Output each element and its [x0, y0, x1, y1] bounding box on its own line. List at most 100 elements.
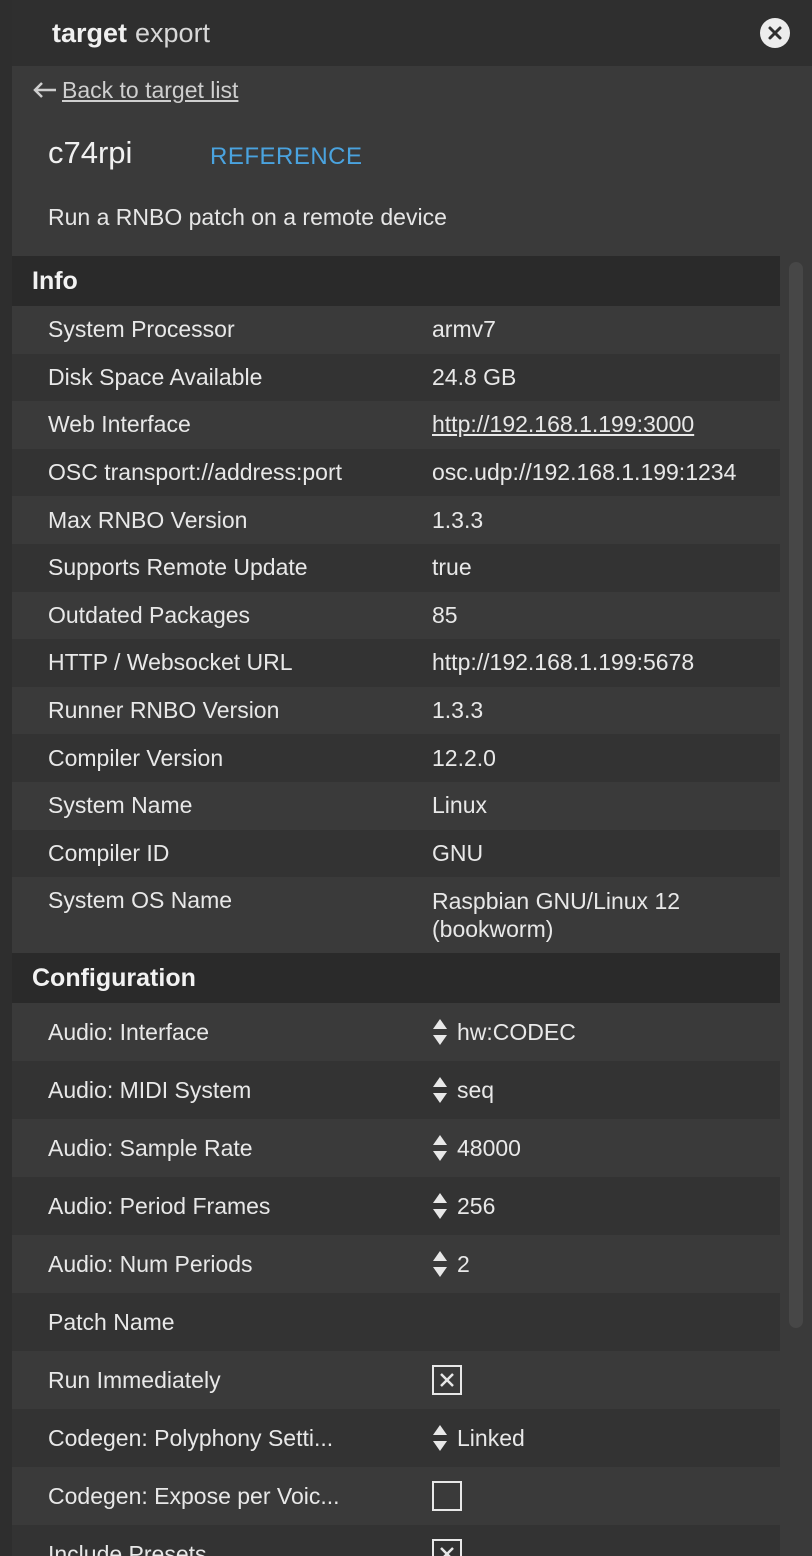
- info-value: 1.3.3: [432, 697, 484, 724]
- info-section-header: Info: [12, 256, 780, 306]
- up-down-arrows-icon: [433, 1019, 447, 1046]
- info-label: Outdated Packages: [48, 601, 251, 628]
- device-description: Run a RNBO patch on a remote device: [48, 204, 447, 230]
- info-label: Compiler ID: [48, 839, 170, 866]
- info-row-compiler-version: Compiler Version 12.2.0: [12, 734, 780, 782]
- info-row-compiler-id: Compiler ID GNU: [12, 829, 780, 878]
- web-interface-link[interactable]: http://192.168.1.199:3000: [432, 411, 694, 438]
- select-value: hw:CODEC: [457, 1018, 576, 1045]
- configuration-section-header: Configuration: [12, 953, 780, 1004]
- config-row-audio-sample-rate: Audio: Sample Rate 48000: [12, 1119, 780, 1178]
- info-label: Compiler Version: [48, 744, 224, 771]
- config-label: Audio: Interface: [48, 1018, 210, 1045]
- config-label: Audio: Sample Rate: [48, 1134, 253, 1161]
- info-row-disk-space: Disk Space Available 24.8 GB: [12, 353, 780, 402]
- info-value: armv7: [432, 316, 496, 343]
- info-row-system-os-name: System OS Name Raspbian GNU/Linux 12 (bo…: [12, 877, 780, 954]
- info-row-runner-rnbo-version: Runner RNBO Version 1.3.3: [12, 686, 780, 735]
- info-value: true: [432, 554, 472, 581]
- config-row-audio-midi-system: Audio: MIDI System seq: [12, 1061, 780, 1120]
- info-row-system-processor: System Processor armv7: [12, 306, 780, 354]
- info-label: System Name: [48, 792, 193, 819]
- num-periods-select[interactable]: 2: [432, 1249, 470, 1279]
- sample-rate-select[interactable]: 48000: [432, 1133, 521, 1163]
- expose-per-voice-checkbox[interactable]: [432, 1481, 462, 1512]
- select-value: Linked: [457, 1424, 525, 1451]
- up-down-arrows-icon: [433, 1251, 447, 1278]
- arrow-left-icon: [33, 82, 56, 98]
- target-export-panel: target export Back to target list c74rpi …: [12, 0, 812, 1556]
- midi-system-select[interactable]: seq: [432, 1075, 494, 1105]
- panel-header: target export: [12, 0, 812, 66]
- config-row-audio-num-periods: Audio: Num Periods 2: [12, 1235, 780, 1294]
- select-value: 256: [457, 1192, 496, 1219]
- info-label: Web Interface: [48, 411, 191, 438]
- info-label: Max RNBO Version: [48, 506, 248, 533]
- info-row-websocket-url: HTTP / Websocket URL http://192.168.1.19…: [12, 639, 780, 687]
- info-value: Raspbian GNU/Linux 12 (bookworm): [432, 888, 681, 943]
- info-row-osc-transport: OSC transport://address:port osc.udp://1…: [12, 448, 780, 497]
- panel-title-light: export: [135, 18, 211, 48]
- info-value: Linux: [432, 792, 487, 819]
- info-value: 1.3.3: [432, 506, 484, 533]
- info-value: GNU: [432, 839, 484, 866]
- period-frames-select[interactable]: 256: [432, 1191, 495, 1221]
- vertical-scrollbar[interactable]: [789, 262, 803, 1328]
- device-name: c74rpi: [48, 135, 133, 170]
- polyphony-setting-select[interactable]: Linked: [432, 1423, 525, 1453]
- run-immediately-checkbox[interactable]: [432, 1365, 462, 1396]
- info-value: 24.8 GB: [432, 363, 517, 390]
- config-label: Include Presets: [48, 1540, 207, 1556]
- up-down-arrows-icon: [433, 1077, 447, 1104]
- select-value: seq: [457, 1076, 495, 1103]
- include-presets-checkbox[interactable]: [432, 1539, 462, 1556]
- info-value: osc.udp://192.168.1.199:1234: [432, 459, 737, 486]
- config-label: Audio: Period Frames: [48, 1192, 271, 1219]
- checkmark-x-icon: [440, 1547, 454, 1556]
- config-label: Codegen: Polyphony Setti...: [48, 1424, 334, 1451]
- info-label: System Processor: [48, 316, 235, 343]
- config-row-run-immediately: Run Immediately: [12, 1351, 780, 1410]
- config-row-audio-period-frames: Audio: Period Frames 256: [12, 1177, 780, 1236]
- select-value: 48000: [457, 1134, 521, 1161]
- info-label: System OS Name: [48, 887, 233, 914]
- info-label: HTTP / Websocket URL: [48, 649, 293, 676]
- info-label: Disk Space Available: [48, 363, 263, 390]
- config-row-codegen-expose-per-voice: Codegen: Expose per Voic...: [12, 1467, 780, 1526]
- info-row-max-rnbo-version: Max RNBO Version 1.3.3: [12, 496, 780, 544]
- config-row-audio-interface: Audio: Interface hw:CODEC: [12, 1003, 780, 1062]
- info-label: Runner RNBO Version: [48, 697, 280, 724]
- config-label: Patch Name: [48, 1308, 175, 1335]
- close-button[interactable]: [760, 18, 790, 48]
- info-row-system-name: System Name Linux: [12, 781, 780, 830]
- audio-interface-select[interactable]: hw:CODEC: [432, 1017, 576, 1047]
- panel-title-bold: target: [52, 18, 128, 48]
- info-value: 85: [432, 601, 458, 628]
- info-value: http://192.168.1.199:5678: [432, 649, 695, 676]
- config-label: Run Immediately: [48, 1366, 221, 1393]
- info-label: OSC transport://address:port: [48, 459, 343, 486]
- info-label: Supports Remote Update: [48, 554, 308, 581]
- config-row-codegen-polyphony: Codegen: Polyphony Setti... Linked: [12, 1409, 780, 1468]
- close-icon: [768, 26, 782, 40]
- properties-list: Info System Processor armv7 Disk Space A…: [12, 256, 780, 1556]
- up-down-arrows-icon: [433, 1425, 447, 1452]
- info-row-supports-remote-update: Supports Remote Update true: [12, 543, 780, 592]
- checkmark-x-icon: [440, 1373, 454, 1388]
- back-to-target-list-link[interactable]: Back to target list: [32, 74, 238, 106]
- config-label: Codegen: Expose per Voic...: [48, 1482, 340, 1509]
- reference-link[interactable]: REFERENCE: [210, 142, 363, 172]
- config-label: Audio: Num Periods: [48, 1250, 253, 1277]
- info-row-web-interface: Web Interface http://192.168.1.199:3000: [12, 401, 780, 449]
- config-label: Audio: MIDI System: [48, 1076, 252, 1103]
- config-row-patch-name: Patch Name: [12, 1293, 780, 1352]
- info-value: 12.2.0: [432, 744, 496, 771]
- config-row-include-presets: Include Presets: [12, 1525, 780, 1556]
- up-down-arrows-icon: [433, 1135, 447, 1162]
- back-link-label: Back to target list: [62, 76, 239, 103]
- panel-title: target export: [52, 16, 210, 50]
- select-value: 2: [457, 1250, 470, 1277]
- up-down-arrows-icon: [433, 1193, 447, 1220]
- left-panel-edge: [0, 0, 12, 1556]
- info-row-outdated-packages: Outdated Packages 85: [12, 591, 780, 640]
